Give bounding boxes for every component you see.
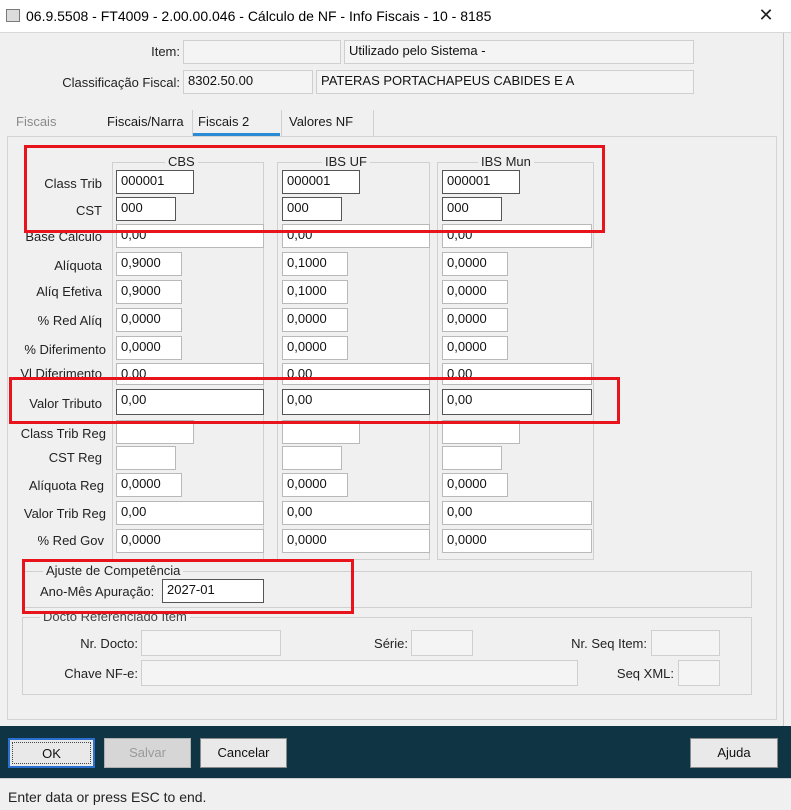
class-trib-reg-label: Class Trib Reg <box>20 426 106 441</box>
ajuda-button[interactable]: Ajuda <box>690 738 778 768</box>
ibs-mun-cst-input[interactable]: 000 <box>442 197 502 221</box>
status-bar: Enter data or press ESC to end. <box>0 778 791 810</box>
ajuste-competencia-title: Ajuste de Competência <box>43 563 184 578</box>
cbs-class-trib-input[interactable]: 000001 <box>116 170 194 194</box>
ibs-mun-valor-tributo-input[interactable]: 0,00 <box>442 389 592 415</box>
ibs-mun-base-calculo-input[interactable]: 0,00 <box>442 224 592 248</box>
ibs-uf-cst-reg-input[interactable] <box>282 446 342 470</box>
cbs-class-trib-reg-input[interactable] <box>116 420 194 444</box>
ibs-mun-aliquota-reg-input[interactable]: 0,0000 <box>442 473 508 497</box>
ibs-mun-red-aliq-input[interactable]: 0,0000 <box>442 308 508 332</box>
seq-xml-label: Seq XML: <box>616 666 674 681</box>
cbs-valor-trib-reg-input[interactable]: 0,00 <box>116 501 264 525</box>
item-description-field: Utilizado pelo Sistema - <box>344 40 694 64</box>
cbs-cst-reg-input[interactable] <box>116 446 176 470</box>
ibs-mun-class-trib-input[interactable]: 000001 <box>442 170 520 194</box>
ibs-uf-red-aliq-input[interactable]: 0,0000 <box>282 308 348 332</box>
serie-label: Série: <box>374 636 408 651</box>
cbs-base-calculo-input[interactable]: 0,00 <box>116 224 264 248</box>
classificacao-fiscal-label: Classificação Fiscal: <box>62 75 180 90</box>
valor-trib-reg-label: Valor Trib Reg <box>23 506 106 521</box>
ibs-mun-aliquota-input[interactable]: 0,0000 <box>442 252 508 276</box>
cst-reg-label: CST Reg <box>48 450 102 465</box>
ibs-mun-aliq-efetiva-input[interactable]: 0,0000 <box>442 280 508 304</box>
base-calculo-label: Base Cálculo <box>25 229 102 244</box>
docto-referenciado-title: Docto Referenciado Item <box>40 609 190 624</box>
ibs-uf-aliquota-input[interactable]: 0,1000 <box>282 252 348 276</box>
cbs-valor-tributo-input[interactable]: 0,00 <box>116 389 264 415</box>
nr-docto-input[interactable] <box>141 630 281 656</box>
ibs-mun-class-trib-reg-input[interactable] <box>442 420 520 444</box>
ibs-uf-base-calculo-input[interactable]: 0,00 <box>282 224 430 248</box>
ibs-uf-column-title: IBS UF <box>322 154 370 169</box>
chave-nfe-input[interactable] <box>141 660 578 686</box>
vl-diferimento-label: Vl Diferimento <box>20 366 102 381</box>
ibs-mun-diferimento-input[interactable]: 0,0000 <box>442 336 508 360</box>
aliquota-label: Alíquota <box>54 258 102 273</box>
window-edge <box>783 33 784 726</box>
ano-mes-apuracao-label: Ano-Mês Apuração: <box>40 584 155 599</box>
chave-nfe-label: Chave NF-e: <box>64 666 138 681</box>
ibs-mun-cst-reg-input[interactable] <box>442 446 502 470</box>
seq-xml-input[interactable] <box>678 660 720 686</box>
ibs-uf-vl-diferimento-input[interactable]: 0,00 <box>282 363 430 385</box>
cbs-vl-diferimento-input[interactable]: 0,00 <box>116 363 264 385</box>
ok-button[interactable]: OK <box>8 738 95 768</box>
item-input[interactable] <box>183 40 341 64</box>
cbs-diferimento-input[interactable]: 0,0000 <box>116 336 182 360</box>
tab-divider <box>192 110 193 136</box>
item-label: Item: <box>151 44 180 59</box>
ibs-uf-aliq-efetiva-input[interactable]: 0,1000 <box>282 280 348 304</box>
classificacao-fiscal-description: PATERAS PORTACHAPEUS CABIDES E A <box>316 70 694 94</box>
cbs-cst-input[interactable]: 000 <box>116 197 176 221</box>
tab-fiscais[interactable]: Fiscais <box>16 114 56 136</box>
cbs-aliq-efetiva-input[interactable]: 0,9000 <box>116 280 182 304</box>
ibs-uf-red-gov-input[interactable]: 0,0000 <box>282 529 430 553</box>
ibs-uf-valor-tributo-input[interactable]: 0,00 <box>282 389 430 415</box>
cbs-red-aliq-input[interactable]: 0,0000 <box>116 308 182 332</box>
close-button[interactable]: ✕ <box>752 4 780 26</box>
red-gov-label: % Red Gov <box>37 533 104 548</box>
nr-seq-item-label: Nr. Seq Item: <box>571 636 647 651</box>
class-trib-label: Class Trib <box>44 176 102 191</box>
ibs-mun-vl-diferimento-input[interactable]: 0,00 <box>442 363 592 385</box>
serie-input[interactable] <box>411 630 473 656</box>
tab-divider <box>373 110 374 136</box>
ibs-uf-class-trib-input[interactable]: 000001 <box>282 170 360 194</box>
app-window-icon <box>6 9 20 22</box>
nr-seq-item-input[interactable] <box>651 630 720 656</box>
classificacao-fiscal-input[interactable]: 8302.50.00 <box>183 70 313 94</box>
title-bar: 06.9.5508 - FT4009 - 2.00.00.046 - Cálcu… <box>0 0 791 33</box>
red-aliq-label: % Red Alíq <box>37 313 102 328</box>
aliquota-reg-label: Alíquota Reg <box>28 478 104 493</box>
salvar-button[interactable]: Salvar <box>104 738 191 768</box>
ibs-uf-aliquota-reg-input[interactable]: 0,0000 <box>282 473 348 497</box>
ano-mes-apuracao-input[interactable]: 2027-01 <box>162 579 264 603</box>
cst-label: CST <box>76 203 102 218</box>
ibs-mun-red-gov-input[interactable]: 0,0000 <box>442 529 592 553</box>
cbs-column-title: CBS <box>165 154 198 169</box>
ibs-uf-class-trib-reg-input[interactable] <box>282 420 360 444</box>
ibs-uf-diferimento-input[interactable]: 0,0000 <box>282 336 348 360</box>
ibs-mun-valor-trib-reg-input[interactable]: 0,00 <box>442 501 592 525</box>
window-title: 06.9.5508 - FT4009 - 2.00.00.046 - Cálcu… <box>26 8 492 24</box>
tab-divider <box>281 110 282 136</box>
ibs-uf-cst-input[interactable]: 000 <box>282 197 342 221</box>
valor-tributo-label: Valor Tributo <box>29 396 102 411</box>
cbs-aliquota-reg-input[interactable]: 0,0000 <box>116 473 182 497</box>
cancelar-button[interactable]: Cancelar <box>200 738 287 768</box>
ibs-mun-column-title: IBS Mun <box>478 154 534 169</box>
tab-fiscais-narra[interactable]: Fiscais/Narra <box>107 114 184 136</box>
cbs-aliquota-input[interactable]: 0,9000 <box>116 252 182 276</box>
ibs-uf-valor-trib-reg-input[interactable]: 0,00 <box>282 501 430 525</box>
diferimento-label: % Diferimento <box>24 342 106 357</box>
tab-valores-nf[interactable]: Valores NF <box>289 114 353 136</box>
cbs-red-gov-input[interactable]: 0,0000 <box>116 529 264 553</box>
nr-docto-label: Nr. Docto: <box>80 636 138 651</box>
aliq-efetiva-label: Alíq Efetiva <box>36 284 102 299</box>
status-message: Enter data or press ESC to end. <box>8 789 207 805</box>
